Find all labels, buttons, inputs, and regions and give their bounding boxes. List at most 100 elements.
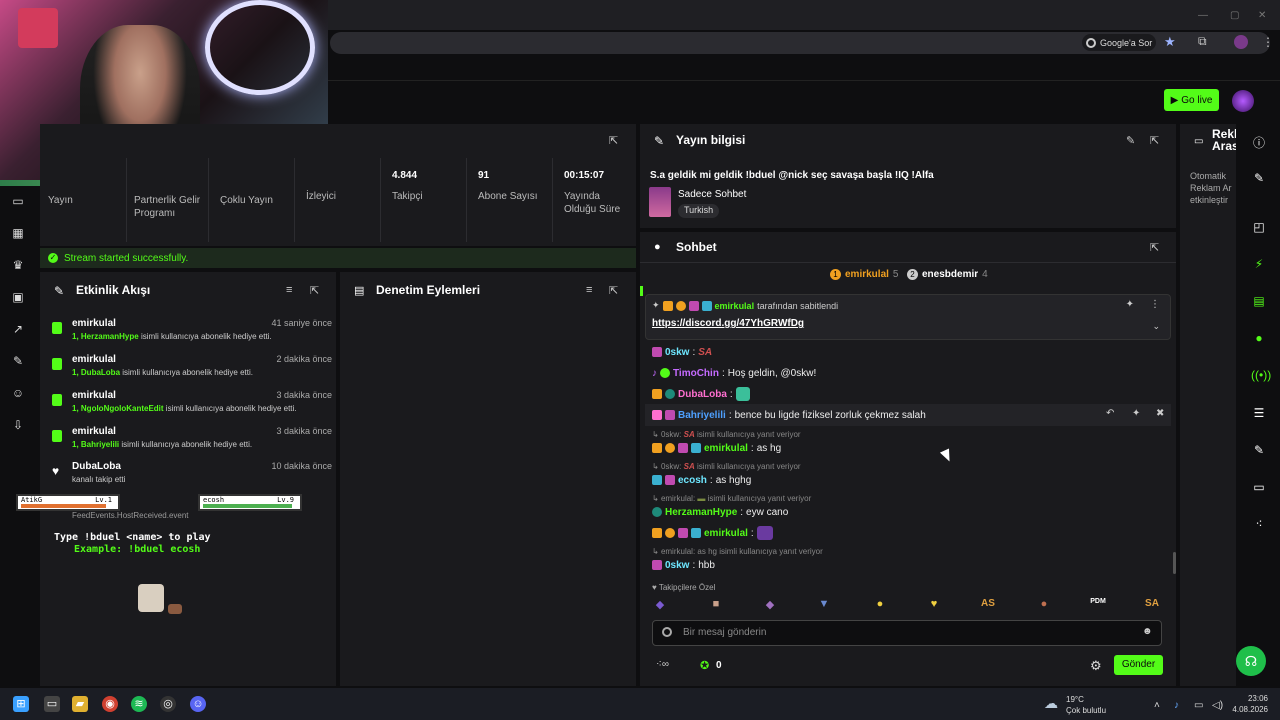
emote-1[interactable]: ◆ bbox=[652, 598, 668, 612]
start-icon[interactable]: ⊞ bbox=[13, 696, 29, 712]
feed-user[interactable]: emirkulal bbox=[72, 318, 116, 329]
task-view-icon[interactable]: ▭ bbox=[44, 696, 60, 712]
analytics-icon[interactable]: ▦ bbox=[10, 226, 26, 242]
go-live-button[interactable]: ▶ Go live bbox=[1164, 89, 1219, 111]
wrench-icon[interactable]: ✎ bbox=[1251, 443, 1267, 459]
feed-user[interactable]: DubaLoba bbox=[72, 461, 121, 472]
chat-user[interactable]: 0skw bbox=[665, 560, 689, 571]
obs-icon[interactable]: ◎ bbox=[160, 696, 176, 712]
popout-icon[interactable]: ⇱ bbox=[310, 284, 319, 297]
chat-user[interactable]: emirkulal bbox=[704, 443, 748, 454]
send-button[interactable]: Gönder bbox=[1114, 655, 1163, 675]
edit-icon[interactable]: ✎ bbox=[1251, 171, 1267, 187]
feed-user[interactable]: emirkulal bbox=[72, 390, 116, 401]
stream-label[interactable]: Yayın bbox=[48, 194, 118, 207]
camera-frame-icon[interactable]: ◰ bbox=[1251, 220, 1267, 236]
minimize-icon[interactable]: — bbox=[1198, 10, 1208, 21]
chat-input[interactable]: Bir mesaj gönderin bbox=[652, 620, 1162, 646]
bookmark-star-icon[interactable]: ★ bbox=[1164, 34, 1176, 50]
pin-icon[interactable]: ✦ bbox=[1132, 408, 1140, 419]
emote-10[interactable]: SA bbox=[1144, 598, 1160, 612]
emote-2[interactable]: ■ bbox=[708, 598, 724, 612]
chat-user[interactable]: TimoChin bbox=[673, 368, 719, 379]
popout-icon[interactable]: ⇱ bbox=[609, 284, 618, 297]
popout-icon[interactable]: ⇱ bbox=[609, 134, 618, 147]
gift-target[interactable]: Bahriyelili bbox=[81, 440, 119, 449]
emote-9[interactable]: PDM bbox=[1090, 598, 1106, 612]
category-name[interactable]: Sadece Sohbet bbox=[678, 189, 746, 200]
feed-user[interactable]: emirkulal bbox=[72, 354, 116, 365]
chat-user[interactable]: 0skw bbox=[665, 347, 689, 358]
file-explorer-icon[interactable]: ▰ bbox=[72, 696, 88, 712]
close-window-icon[interactable]: ✕ bbox=[1258, 10, 1266, 21]
chat-user[interactable]: DubaLoba bbox=[678, 389, 727, 400]
top-gifter-2[interactable]: 2 enesbdemir 4 bbox=[907, 269, 988, 280]
chat-settings-icon[interactable]: ⚙ bbox=[1090, 658, 1102, 674]
top-gifter-1[interactable]: 1 emirkulal 5 bbox=[830, 269, 898, 280]
maximize-icon[interactable]: ▢ bbox=[1230, 10, 1239, 21]
more-options-icon[interactable]: ⋮ bbox=[1150, 299, 1160, 310]
chrome-icon[interactable]: ◉ bbox=[102, 696, 118, 712]
info-icon[interactable]: ⓘ bbox=[1251, 134, 1267, 150]
filter-icon[interactable]: ≡ bbox=[286, 284, 292, 296]
window-icon[interactable]: ▭ bbox=[1251, 480, 1267, 496]
clock[interactable]: 23:06 4.08.2026 bbox=[1232, 693, 1268, 715]
emote-7[interactable]: AS bbox=[980, 598, 996, 612]
chat-icon[interactable]: ● bbox=[1251, 331, 1267, 347]
stack-icon[interactable]: ☰ bbox=[1251, 406, 1267, 422]
wrench-icon[interactable]: ✎ bbox=[10, 354, 26, 370]
infinity-icon[interactable]: ⁖∞ bbox=[656, 659, 669, 670]
support-headset-icon[interactable]: ☊ bbox=[1236, 646, 1266, 676]
discord-icon[interactable]: ☺ bbox=[190, 696, 206, 712]
trophy-icon[interactable]: ♛ bbox=[10, 258, 26, 274]
chat-user[interactable]: ecosh bbox=[678, 475, 707, 486]
gift-target[interactable]: HerzamanHype bbox=[81, 332, 139, 341]
delete-icon[interactable]: ✖ bbox=[1156, 408, 1164, 419]
user-avatar[interactable] bbox=[1232, 90, 1254, 112]
popout-icon[interactable]: ⇱ bbox=[1150, 134, 1159, 147]
chat-scrollbar[interactable] bbox=[1173, 552, 1176, 574]
chat-user[interactable]: emirkulal bbox=[704, 528, 748, 539]
extensions-icon[interactable]: ⧉ bbox=[1198, 34, 1207, 49]
google-ask-chip[interactable]: Google'a Sor bbox=[1082, 34, 1156, 51]
gift-target[interactable]: NgoloNgoloKanteEdit bbox=[81, 404, 164, 413]
upload-icon[interactable]: ⇩ bbox=[10, 418, 26, 434]
browser-menu-icon[interactable]: ⋮ bbox=[1262, 35, 1274, 49]
lightning-icon[interactable]: ⚡ bbox=[1251, 257, 1267, 273]
popout-icon[interactable]: ⇱ bbox=[1150, 241, 1159, 254]
document-icon[interactable]: ▤ bbox=[1251, 294, 1267, 310]
edit-icon[interactable]: ✎ bbox=[1126, 134, 1135, 147]
multistream-label[interactable]: Çoklu Yayın bbox=[220, 194, 290, 207]
chat-user[interactable]: Bahriyelili bbox=[678, 410, 726, 421]
emote-3[interactable]: ◆ bbox=[762, 598, 778, 612]
weather-widget[interactable]: 19°C Çok bulutlu bbox=[1066, 694, 1106, 716]
pinned-link[interactable]: https://discord.gg/47YhGRWfDg bbox=[652, 318, 804, 329]
emote-5[interactable]: ● bbox=[872, 598, 888, 612]
chevron-up-icon[interactable]: ˄ bbox=[1154, 700, 1160, 711]
partner-program-label[interactable]: Partnerlik Gelir Programı bbox=[134, 194, 204, 220]
chevron-down-icon[interactable]: ⌄ bbox=[1152, 321, 1160, 332]
stats-icon[interactable]: ↗ bbox=[10, 322, 26, 338]
emote-6[interactable]: ♥ bbox=[926, 598, 942, 612]
reply-icon[interactable]: ↶ bbox=[1106, 408, 1114, 419]
emote-4[interactable]: ▼ bbox=[816, 598, 832, 612]
chat-user[interactable]: HerzamanHype bbox=[665, 507, 737, 518]
monitor-icon[interactable]: ▭ bbox=[1194, 700, 1203, 711]
broadcast-icon[interactable]: ((•)) bbox=[1251, 368, 1271, 384]
settings-dots-icon[interactable]: ⁖ bbox=[1251, 517, 1267, 533]
pinned-by-user[interactable]: emirkulal bbox=[715, 301, 755, 311]
video-icon[interactable]: ▣ bbox=[10, 290, 26, 306]
feed-user[interactable]: emirkulal bbox=[72, 426, 116, 437]
mic-icon[interactable]: ♪ bbox=[1174, 700, 1179, 711]
unpin-icon[interactable]: ✦ bbox=[1126, 299, 1134, 310]
emoji-icon[interactable]: ☻ bbox=[1142, 626, 1153, 637]
dashboard-icon[interactable]: ▭ bbox=[10, 194, 26, 210]
spotify-icon[interactable]: ≋ bbox=[131, 696, 147, 712]
emote-8[interactable]: ● bbox=[1036, 598, 1052, 612]
users-icon[interactable]: ☺ bbox=[10, 386, 26, 402]
gift-target[interactable]: DubaLoba bbox=[81, 368, 120, 377]
category-thumbnail[interactable] bbox=[649, 187, 671, 217]
browser-profile-avatar[interactable] bbox=[1234, 35, 1248, 49]
filter-icon[interactable]: ≡ bbox=[586, 284, 592, 296]
volume-icon[interactable]: ◁) bbox=[1212, 700, 1223, 711]
